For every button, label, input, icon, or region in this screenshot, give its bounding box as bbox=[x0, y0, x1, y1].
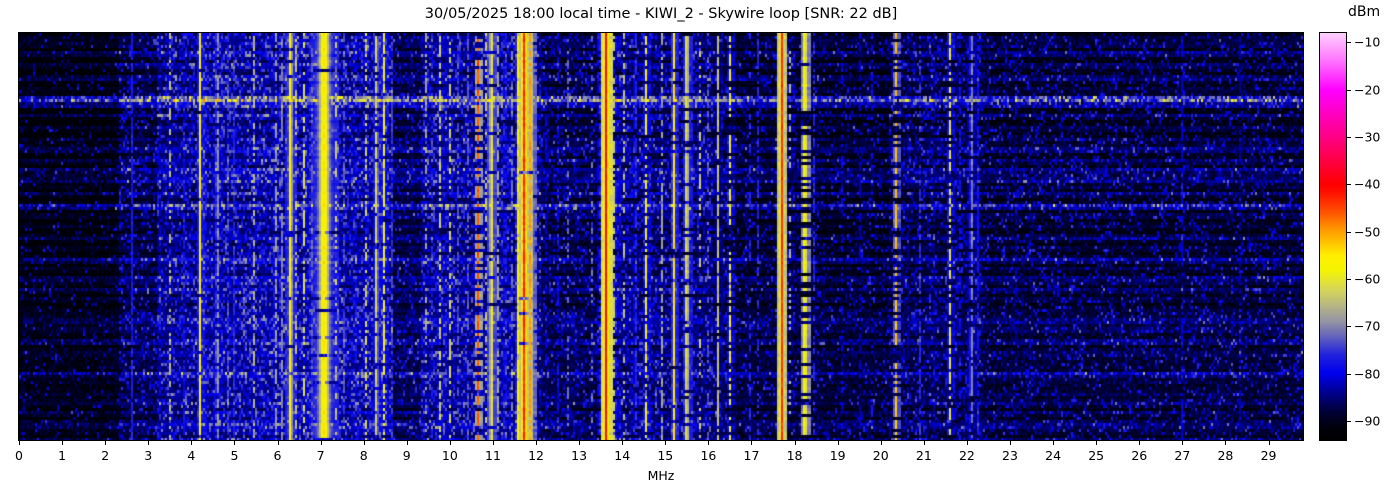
x-tick-mark bbox=[1225, 441, 1227, 445]
colorbar-tick-label: −40 bbox=[1354, 176, 1381, 192]
x-tick-mark bbox=[622, 441, 624, 445]
x-tick-label: 21 bbox=[915, 448, 932, 463]
x-tick-label: 15 bbox=[657, 448, 674, 463]
x-tick-mark bbox=[966, 441, 968, 445]
colorbar-tick-label: −50 bbox=[1354, 224, 1381, 240]
colorbar-tick-mark bbox=[1347, 326, 1351, 328]
x-tick-label: 23 bbox=[1002, 448, 1018, 463]
x-tick-label: 18 bbox=[786, 448, 803, 463]
x-tick-label: 10 bbox=[441, 448, 458, 463]
colorbar-tick-mark bbox=[1347, 137, 1351, 139]
colorbar-tick-label: −90 bbox=[1354, 413, 1381, 429]
x-tick-mark bbox=[1182, 441, 1184, 445]
x-tick-label: 1 bbox=[58, 448, 67, 463]
x-tick-label: 8 bbox=[359, 448, 368, 463]
x-tick-mark bbox=[234, 441, 236, 445]
x-tick-mark bbox=[320, 441, 322, 445]
colorbar-tick-label: −80 bbox=[1354, 366, 1381, 382]
x-tick-label: 11 bbox=[485, 448, 501, 463]
x-axis-label: MHz bbox=[647, 468, 675, 483]
x-tick-label: 14 bbox=[614, 448, 631, 463]
x-tick-mark bbox=[708, 441, 710, 445]
colorbar-tick-mark bbox=[1347, 373, 1351, 375]
x-tick-label: 25 bbox=[1088, 448, 1105, 463]
x-tick-mark bbox=[191, 441, 193, 445]
x-tick-mark bbox=[492, 441, 494, 445]
x-tick-mark bbox=[1139, 441, 1141, 445]
x-tick-label: 17 bbox=[743, 448, 760, 463]
colorbar-gradient-canvas bbox=[1320, 33, 1346, 440]
colorbar-tick-label: −30 bbox=[1354, 129, 1381, 145]
x-tick-mark bbox=[19, 441, 20, 445]
x-tick-label: 27 bbox=[1174, 448, 1191, 463]
x-tick-mark bbox=[406, 441, 408, 445]
x-tick-mark bbox=[1053, 441, 1055, 445]
waterfall-plot-area bbox=[18, 32, 1304, 441]
x-tick-mark bbox=[62, 441, 64, 445]
x-tick-mark bbox=[363, 441, 365, 445]
chart-title: 30/05/2025 18:00 local time - KIWI_2 - S… bbox=[424, 6, 898, 22]
colorbar-tick-label: −20 bbox=[1354, 82, 1381, 98]
x-tick-label: 24 bbox=[1045, 448, 1062, 463]
x-tick-label: 2 bbox=[101, 448, 110, 463]
x-tick-label: 0 bbox=[15, 448, 23, 463]
spectrogram-figure: 30/05/2025 18:00 local time - KIWI_2 - S… bbox=[0, 0, 1400, 500]
x-tick-mark bbox=[794, 441, 796, 445]
x-tick-label: 9 bbox=[402, 448, 411, 463]
x-tick-mark bbox=[536, 441, 538, 445]
colorbar-tick-label: −10 bbox=[1354, 34, 1381, 50]
x-tick-mark bbox=[837, 441, 839, 445]
colorbar-tick-mark bbox=[1347, 279, 1351, 281]
x-tick-label: 7 bbox=[316, 448, 325, 463]
x-tick-mark bbox=[1268, 441, 1270, 445]
colorbar-tick-mark bbox=[1347, 89, 1351, 91]
x-tick-mark bbox=[923, 441, 925, 445]
x-tick-mark bbox=[449, 441, 451, 445]
x-tick-mark bbox=[579, 441, 581, 445]
colorbar-tick-label: −60 bbox=[1354, 271, 1381, 287]
waterfall-heatmap-canvas bbox=[19, 33, 1303, 440]
x-tick-label: 12 bbox=[528, 448, 544, 463]
x-tick-mark bbox=[880, 441, 882, 445]
colorbar bbox=[1319, 32, 1347, 441]
x-tick-label: 13 bbox=[571, 448, 588, 463]
x-tick-label: 3 bbox=[144, 448, 153, 463]
x-tick-mark bbox=[665, 441, 667, 445]
x-tick-mark bbox=[1010, 441, 1011, 445]
x-tick-label: 4 bbox=[187, 448, 196, 463]
x-tick-mark bbox=[751, 441, 753, 445]
x-tick-label: 19 bbox=[829, 448, 846, 463]
colorbar-tick-mark bbox=[1347, 184, 1351, 186]
x-tick-mark bbox=[105, 441, 107, 445]
x-tick-mark bbox=[148, 441, 150, 445]
x-tick-label: 28 bbox=[1217, 448, 1234, 463]
x-tick-label: 6 bbox=[273, 448, 282, 463]
x-tick-mark bbox=[1096, 441, 1098, 445]
x-tick-label: 29 bbox=[1260, 448, 1277, 463]
x-tick-label: 16 bbox=[700, 448, 717, 463]
x-tick-label: 20 bbox=[872, 448, 889, 463]
colorbar-tick-mark bbox=[1347, 231, 1351, 233]
x-tick-label: 5 bbox=[230, 448, 239, 463]
colorbar-tick-mark bbox=[1347, 42, 1351, 44]
colorbar-tick-mark bbox=[1347, 421, 1351, 423]
colorbar-unit-label: dBm bbox=[1348, 4, 1381, 20]
x-tick-label: 26 bbox=[1131, 448, 1148, 463]
x-tick-label: 22 bbox=[958, 448, 975, 463]
x-tick-mark bbox=[277, 441, 279, 445]
colorbar-tick-label: −70 bbox=[1354, 318, 1381, 334]
